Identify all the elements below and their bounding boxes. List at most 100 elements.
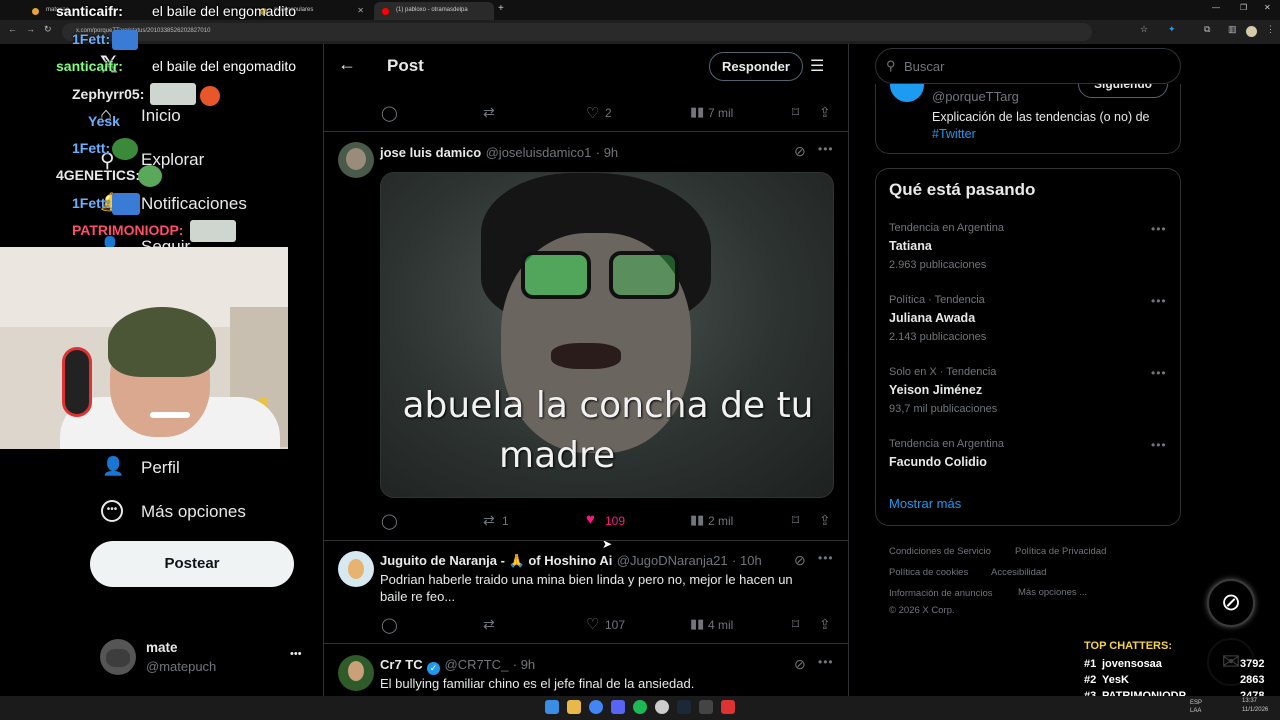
nav-item-home[interactable]: Inicio: [141, 106, 181, 126]
nav-item-more-options[interactable]: Más opciones: [141, 502, 246, 522]
tab-favicon: [382, 8, 389, 15]
nav-item-profile[interactable]: Perfil: [141, 458, 180, 478]
grok-icon[interactable]: ⊘: [794, 552, 806, 569]
avatar[interactable]: [338, 655, 374, 691]
views-icon[interactable]: ▮▮: [690, 512, 704, 528]
nav-item-follow[interactable]: Seguir: [141, 237, 190, 247]
tweet-author[interactable]: Juguito de Naranja - 🙏 of Hoshino Ai: [380, 553, 612, 568]
steam-icon[interactable]: [677, 700, 691, 714]
tweet-media[interactable]: abuela la concha de tu madre: [380, 172, 834, 498]
forward-icon[interactable]: →: [26, 24, 35, 34]
language-indicator[interactable]: ESP LAA: [1190, 699, 1204, 715]
grok-floating-icon[interactable]: ⊘: [1207, 579, 1255, 627]
tweet-more-icon[interactable]: •••: [818, 551, 834, 565]
reply-icon[interactable]: ◯: [381, 104, 398, 122]
sidebar-icon[interactable]: ▥: [1228, 24, 1237, 35]
browser-tab[interactable]: (1) pabloxo - otramasdelpa: [374, 2, 494, 20]
reload-icon[interactable]: ↻: [44, 24, 52, 35]
tweet-author[interactable]: jose luis damico: [380, 145, 481, 160]
following-button[interactable]: Siguiendo: [1078, 84, 1168, 98]
bookmark-icon[interactable]: ⌑: [792, 616, 799, 633]
search-input[interactable]: ⚲ Buscar: [875, 48, 1181, 84]
discord-icon[interactable]: [611, 700, 625, 714]
new-tab-icon[interactable]: +: [498, 3, 504, 14]
footer-link[interactable]: Más opciones ...: [1018, 587, 1087, 598]
card-hashtag[interactable]: #Twitter: [932, 127, 976, 141]
nav-item-notifications[interactable]: Notificaciones: [141, 194, 247, 214]
trend-more-icon[interactable]: •••: [1151, 222, 1167, 236]
app-icon[interactable]: [721, 700, 735, 714]
trend-name[interactable]: Juliana Awada: [889, 311, 975, 325]
tweet-time[interactable]: · 10h: [732, 553, 762, 568]
footer-link[interactable]: Condiciones de Servicio: [889, 546, 991, 557]
liked-heart-icon[interactable]: ♥: [586, 511, 595, 528]
tweet-more-icon[interactable]: •••: [818, 655, 834, 669]
views-icon[interactable]: ▮▮: [690, 104, 704, 120]
footer-link[interactable]: Información de anuncios: [889, 588, 993, 599]
post-button[interactable]: Postear: [90, 541, 294, 587]
footer-link[interactable]: Política de Privacidad: [1015, 546, 1106, 557]
tweet-handle[interactable]: @JugoDNaranja21: [617, 553, 728, 568]
account-more-icon[interactable]: •••: [290, 648, 302, 660]
app-icon[interactable]: [655, 700, 669, 714]
trend-name[interactable]: Facundo Colidio: [889, 455, 987, 469]
share-icon[interactable]: ⇪: [819, 616, 831, 633]
tweet-author[interactable]: Cr7 TC: [380, 657, 423, 672]
tweet-handle[interactable]: @joseluisdamico1: [486, 145, 592, 160]
trend-more-icon[interactable]: •••: [1151, 294, 1167, 308]
card-avatar[interactable]: [890, 84, 924, 102]
trend-name[interactable]: Tatiana: [889, 239, 932, 253]
footer-link[interactable]: Política de cookies: [889, 567, 968, 578]
back-icon[interactable]: ←: [8, 24, 17, 34]
bookmark-icon[interactable]: ⌑: [792, 512, 799, 529]
clock-time[interactable]: 13:37: [1242, 698, 1257, 704]
extension-icon[interactable]: ✦: [1168, 24, 1176, 35]
app-icon[interactable]: [699, 700, 713, 714]
back-arrow-icon[interactable]: ←: [338, 54, 356, 75]
avatar[interactable]: [338, 142, 374, 178]
reply-icon[interactable]: ◯: [381, 512, 398, 530]
profile-icon[interactable]: 👤: [102, 456, 124, 477]
tweet-time[interactable]: · 9h: [513, 657, 535, 672]
show-more-link[interactable]: Mostrar más: [889, 496, 961, 511]
extensions-icon[interactable]: ⧉: [1204, 24, 1210, 35]
footer-link[interactable]: Accesibilidad: [991, 567, 1046, 578]
chrome-icon[interactable]: [589, 700, 603, 714]
file-explorer-icon[interactable]: [567, 700, 581, 714]
clock-date[interactable]: 11/1/2026: [1242, 707, 1268, 713]
star-icon[interactable]: ☆: [1140, 24, 1148, 35]
menu-icon[interactable]: ⋮: [1266, 24, 1275, 35]
profile-avatar-icon[interactable]: [1246, 26, 1257, 37]
more-options-icon[interactable]: •••: [101, 500, 123, 522]
address-bar[interactable]: x.com/porqueTTarg/status/201033852620282…: [62, 23, 1092, 41]
spotify-icon[interactable]: [633, 700, 647, 714]
share-icon[interactable]: ⇪: [819, 104, 831, 121]
grok-icon[interactable]: ⊘: [794, 143, 806, 160]
tweet-handle[interactable]: @CR7TC_: [445, 657, 509, 672]
like-icon[interactable]: ♡: [586, 615, 599, 633]
window-close-icon[interactable]: ✕: [1264, 3, 1271, 12]
tweet-time[interactable]: · 9h: [596, 145, 618, 160]
trend-name[interactable]: Yeison Jiménez: [889, 383, 982, 397]
maximize-icon[interactable]: ❐: [1240, 3, 1247, 12]
sliders-icon[interactable]: ☰: [810, 56, 824, 76]
share-icon[interactable]: ⇪: [819, 512, 831, 529]
bookmark-icon[interactable]: ⌑: [792, 104, 799, 121]
retweet-icon[interactable]: ⇄: [483, 512, 495, 529]
trend-more-icon[interactable]: •••: [1151, 366, 1167, 380]
trend-more-icon[interactable]: •••: [1151, 438, 1167, 452]
reply-button[interactable]: Responder: [709, 52, 803, 81]
views-icon[interactable]: ▮▮: [690, 616, 704, 632]
reply-icon[interactable]: ◯: [381, 616, 398, 634]
grok-icon[interactable]: ⊘: [794, 656, 806, 673]
verified-badge-icon: ✓: [427, 662, 441, 675]
avatar[interactable]: [338, 551, 374, 587]
like-icon[interactable]: ♡: [586, 104, 599, 122]
avatar[interactable]: [100, 639, 136, 675]
tweet-more-icon[interactable]: •••: [818, 142, 834, 156]
retweet-icon[interactable]: ⇄: [483, 104, 495, 121]
windows-start-icon[interactable]: [545, 700, 559, 714]
close-icon[interactable]: ✕: [357, 6, 364, 15]
minimize-icon[interactable]: —: [1212, 3, 1220, 12]
retweet-icon[interactable]: ⇄: [483, 616, 495, 633]
